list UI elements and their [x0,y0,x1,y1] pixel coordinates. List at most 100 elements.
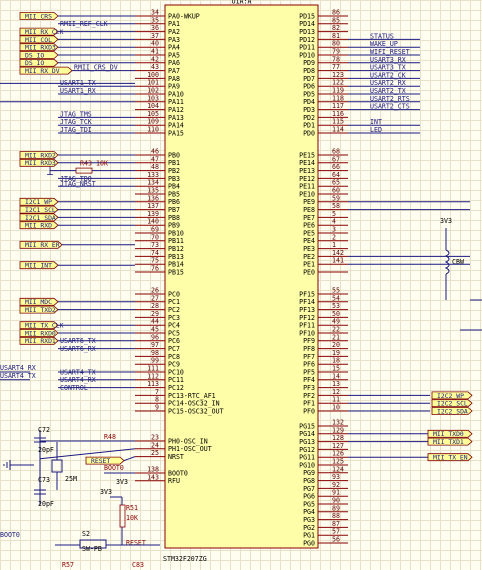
resistor-r51[interactable] [119,504,126,528]
pin-number-right: 64 [332,171,340,179]
pin-name-right: PD13 [299,28,315,36]
pin-number-left: 110 [147,126,159,134]
schematic-canvas[interactable]: U1A:ASTM32F207ZG34 PA0-WKUP35 PA136 PA237 PA… [0,0,482,570]
pin-number-right: 141 [332,257,344,265]
pin-name-right: PE7 [303,214,315,222]
r51-value-label: 10K [126,514,138,522]
port-label-mii-rx-dv-text: MII_RX_DV [25,67,60,75]
crystal-25m[interactable] [51,459,63,473]
chip-body[interactable] [164,4,319,549]
pin-number-left: 27 [151,294,159,302]
pin-name-right: PF15 [299,290,315,298]
pin-number-left: 134 [147,179,159,187]
r48-ref-label: R48 [104,433,116,441]
pin-name-right: PE5 [303,229,315,237]
pin-name-right: PE9 [303,198,315,206]
pin-name-right: PG15 [299,422,315,430]
pin-name-left: PB4 [168,183,180,191]
pin-number-right: 125 [332,458,344,466]
pin-number-left: 9 [155,404,159,412]
pin-number-left: 69 [151,226,159,234]
pin-number-right: 116 [332,110,344,118]
pin-number-right: 87 [332,520,340,528]
pin-name-left: PC9 [168,361,180,369]
net-label-usart2-cts: USART2_CTS [370,103,410,111]
pin-number-right: 21 [332,333,340,341]
pin-name-right: PF6 [303,361,315,369]
pin-number-right: 90 [332,497,340,505]
pin-name-left: PC15-OSC32_OUT [168,407,224,415]
pin-number-right: 92 [332,481,340,489]
port-label-mii-txd0-text: MII_TXD0 [433,430,464,438]
pin-number-left: 109 [147,118,159,126]
pin-name-left: PB2 [168,167,180,175]
port-label-mii-int-text: MII_INT [25,262,52,270]
pin-number-left: 139 [147,210,159,218]
pin-name-left: PB13 [168,253,184,261]
net-label-boot-edge: BOOT0 [0,531,20,539]
pin-name-left: PC7 [168,345,180,353]
pin-name-right: PE11 [299,183,315,191]
port-label-mii_mdc-text: MII_MDC [25,298,52,306]
pin-number-left: 45 [151,326,159,334]
s2-value-label: SW-PB [82,545,102,553]
pin-name-left: PA0-WKUP [168,12,200,20]
pin-number-right: 13 [332,380,340,388]
pin-name-left: PC3 [168,314,180,322]
pin-number-right: 119 [332,87,344,95]
port-label-mii-rxd2-text: MII_RXD2 [25,151,56,159]
pin-name-right: PD1 [303,122,315,130]
port-label-mii-rxd3-text: MII_RXD3 [25,159,56,167]
pin-number-right: 77 [332,63,340,71]
pin-name-right: PG2 [303,524,315,532]
r43-value-label: 10K [96,160,108,168]
pin-number-right: 68 [332,148,340,156]
ferrite-cbw[interactable] [444,249,450,275]
net-label-rmii-crs-dv: RMII_CRS_DV [74,64,118,72]
pin-name-right: PD4 [303,98,315,106]
pin-name-right: PF2 [303,392,315,400]
pin-number-left: 40 [151,40,159,48]
pin-number-right: 57 [332,528,340,536]
pin-name-right: PE4 [303,237,315,245]
ferrite-ref-label: CBW [452,258,464,266]
pin-name-right: PE3 [303,245,315,253]
pin-number-left: 37 [151,32,159,40]
pin-number-right: 132 [332,419,344,427]
pin-name-right: PF5 [303,368,315,376]
pin-number-left: 48 [151,163,159,171]
pin-number-right: 60 [332,187,340,195]
port-label-mii-rx-er-text: MII_RX_ER [25,241,60,249]
pin-name-left: PB9 [168,222,180,230]
resistor-r43[interactable] [75,167,93,174]
pin-name-left: PC1 [168,298,180,306]
pin-number-right: 115 [332,118,344,126]
pin-name-right: PG0 [303,539,315,547]
port-label-i2c1_sda-text: I2C1_SDA [25,214,56,222]
port-label-mii_rxd3-text: MII_RXD3 [25,44,56,52]
pin-name-left: PB12 [168,245,184,253]
pin-number-right: 127 [332,442,344,450]
pin-name-right: PF14 [299,298,315,306]
pin-name-left: PC6 [168,337,180,345]
port-label-i2c1_scl-text: I2C1_SCL [25,206,56,214]
pin-name-left: PA14 [168,122,184,130]
pin-number-right: 79 [332,48,340,56]
ground-symbol-osc [3,460,11,470]
pin-number-right: 4 [332,218,336,226]
port-label-mii-rxd1-text: MII_RXD1 [25,337,56,345]
pin-number-right: 123 [332,71,344,79]
pin-name-right: PG3 [303,516,315,524]
s2-ref-label: S2 [82,530,90,538]
pin-number-left: 8 [155,396,159,404]
pin-number-right: 2 [332,233,336,241]
pin-name-left: PC4 [168,322,180,330]
pin-name-right: PG13 [299,438,315,446]
pin-number-left: 46 [151,148,159,156]
net-label-boot0: BOOT0 [104,464,124,472]
pin-number-right: 59 [332,194,340,202]
pin-number-right: 50 [332,310,340,318]
pin-number-right: 10 [332,404,340,412]
pin-name-left: PC8 [168,353,180,361]
pin-name-right: PG6 [303,493,315,501]
